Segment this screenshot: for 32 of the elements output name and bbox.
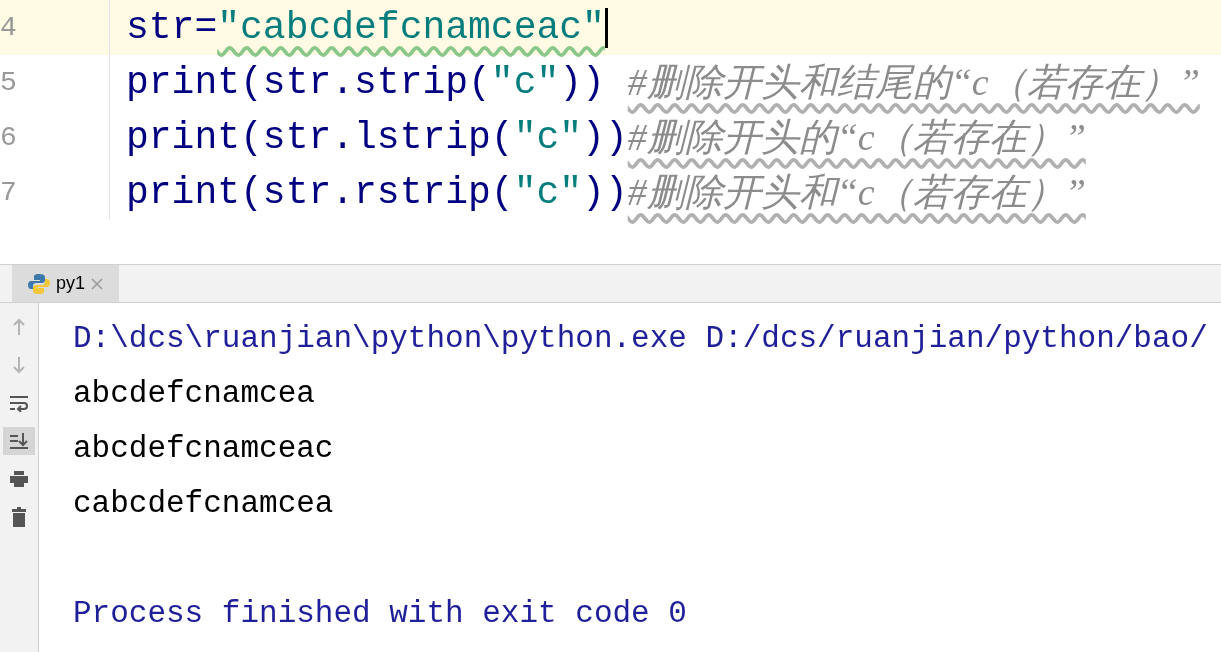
scroll-to-end-icon	[9, 432, 29, 450]
line-number: 5	[0, 65, 17, 100]
console-line: D:\dcs\ruanjian\python\python.exe D:/dcs/ruanjian/python/bao/	[73, 321, 1208, 356]
string-literal: ″c″	[513, 115, 583, 161]
code-text: ))	[582, 115, 628, 161]
down-arrow-icon	[11, 356, 27, 374]
soft-wrap-icon	[9, 394, 29, 412]
printer-icon	[9, 470, 29, 488]
line-number: 4	[0, 10, 17, 45]
string-literal: ″c″	[490, 60, 560, 106]
code-comment: #删除开头的“c（若存在）”	[627, 115, 1086, 160]
run-tab[interactable]: py1	[12, 265, 120, 302]
line-number: 6	[0, 120, 17, 155]
code-text: print(str.lstrip(	[126, 115, 514, 161]
console-line: cabcdefcnamcea	[73, 486, 334, 521]
code-text: print(str.strip(	[126, 60, 491, 106]
exit-message: Process finished with exit code 0	[73, 596, 687, 631]
code-text: ))	[582, 170, 628, 216]
code-text: print(str.rstrip(	[126, 170, 514, 216]
python-logo-icon	[28, 272, 50, 295]
code-comment: #删除开头和“c（若存在）”	[627, 170, 1086, 215]
trash-icon	[11, 507, 27, 527]
console-line: abcdefcnamcea	[73, 376, 315, 411]
up-arrow-icon	[11, 318, 27, 336]
string-literal: ″c″	[513, 170, 583, 216]
code-text: str=	[126, 5, 218, 51]
code-text: ))	[559, 60, 606, 106]
console-line: abcdefcnamceac	[73, 431, 334, 466]
string-literal: ″cabcdefcnamceac″	[217, 5, 605, 51]
toolbar-button[interactable]	[3, 427, 35, 455]
line-number: 7	[0, 175, 17, 210]
code-comment: #删除开头和结尾的“c（若存在）”	[627, 60, 1200, 105]
